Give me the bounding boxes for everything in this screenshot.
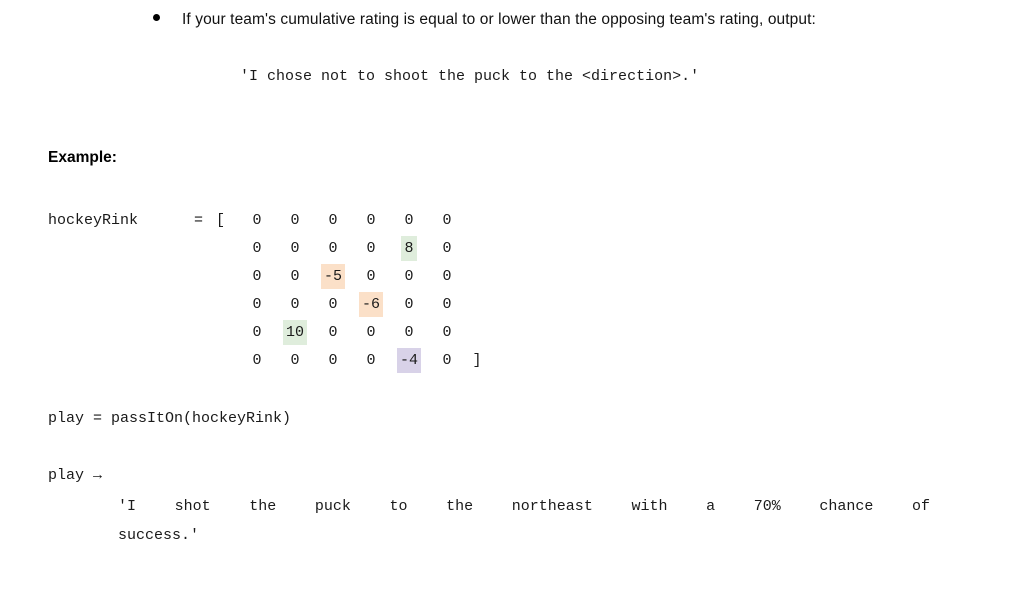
matrix-cell: 0 <box>442 324 452 341</box>
matrix-cell: 0 <box>404 324 414 341</box>
bullet-dot-icon <box>153 14 160 21</box>
matrix-cell: 0 <box>290 268 300 285</box>
matrix-cell: 0 <box>328 240 338 257</box>
example-heading: Example: <box>48 149 117 166</box>
matrix-variable-name: hockeyRink <box>48 212 139 229</box>
matrix-cell: 0 <box>290 212 300 229</box>
matrix-equals-sign: = <box>194 212 204 229</box>
matrix-open-bracket: [ <box>216 212 226 229</box>
matrix-row: 000080 <box>48 235 488 263</box>
matrix-cell: 0 <box>252 212 262 229</box>
matrix-cell-highlight-purple: -4 <box>390 347 428 375</box>
matrix-cell-highlight-orange: -5 <box>314 263 352 291</box>
output-string-block: 'I shot the puck to the northeast with a… <box>118 492 930 550</box>
matrix-row: 0 10 0 0 0 0 <box>48 319 488 347</box>
matrix-cell: 0 <box>404 212 414 229</box>
bullet-item-text: If your team's cumulative rating is equa… <box>182 11 816 28</box>
matrix-cell: 0 <box>328 324 338 341</box>
matrix-cell-highlight-green: 8 <box>390 235 428 263</box>
matrix-cell: 0 <box>442 240 452 257</box>
output-string-line-1: 'I shot the puck to the northeast with a… <box>118 498 930 515</box>
matrix-cell-highlight-orange: -6 <box>352 291 390 319</box>
matrix-cell: 0 <box>328 212 338 229</box>
matrix-cell: 0 <box>290 352 300 369</box>
matrix-cell: 0 <box>252 296 262 313</box>
matrix-cell: 0 <box>290 296 300 313</box>
function-call-line: play = passItOn(hockeyRink) <box>48 410 292 427</box>
bullet-block: If your team's cumulative rating is equa… <box>150 6 950 34</box>
play-result-line: play → <box>48 467 103 484</box>
matrix-cell: 0 <box>252 324 262 341</box>
matrix-close-bracket: ] <box>472 352 482 369</box>
matrix-cell: 0 <box>366 268 376 285</box>
matrix-cell: 0 <box>404 296 414 313</box>
matrix-cell: 0 <box>252 352 262 369</box>
matrix-cell-highlight-green: 10 <box>276 319 314 347</box>
matrix-cell: 0 <box>442 352 452 369</box>
matrix-cell: 0 <box>442 212 452 229</box>
matrix-cell: 0 <box>252 268 262 285</box>
matrix-row: hockeyRink = [0 0 0 0 0 0 <box>48 207 488 235</box>
matrix-cell: 0 <box>442 296 452 313</box>
matrix-cell: 0 <box>366 352 376 369</box>
matrix-cell: 0 <box>442 268 452 285</box>
output-string-line-2: success.' <box>118 527 200 544</box>
matrix-cell: 0 <box>366 212 376 229</box>
matrix-cell: 0 <box>366 324 376 341</box>
hockey-rink-matrix: hockeyRink =[0 0 0 0 0 0 000080 0 0 -5 0 0 0 0 0 0 -6 0… <box>48 207 488 375</box>
matrix-row: 0 0 0 0 -4 0] <box>48 347 488 375</box>
matrix-cell: 0 <box>328 352 338 369</box>
matrix-cell: 0 <box>366 240 376 257</box>
matrix-cell: 0 <box>290 240 300 257</box>
matrix-cell: 0 <box>404 268 414 285</box>
matrix-cell: 0 <box>252 240 262 257</box>
matrix-row: 0 0 0 -6 0 0 <box>48 291 488 319</box>
matrix-row: 0 0 -5 0 0 0 <box>48 263 488 291</box>
quoted-output-text: 'I chose not to shoot the puck to the <d… <box>240 68 700 85</box>
matrix-cell: 0 <box>328 296 338 313</box>
bullet-list-item: If your team's cumulative rating is equa… <box>150 6 950 34</box>
